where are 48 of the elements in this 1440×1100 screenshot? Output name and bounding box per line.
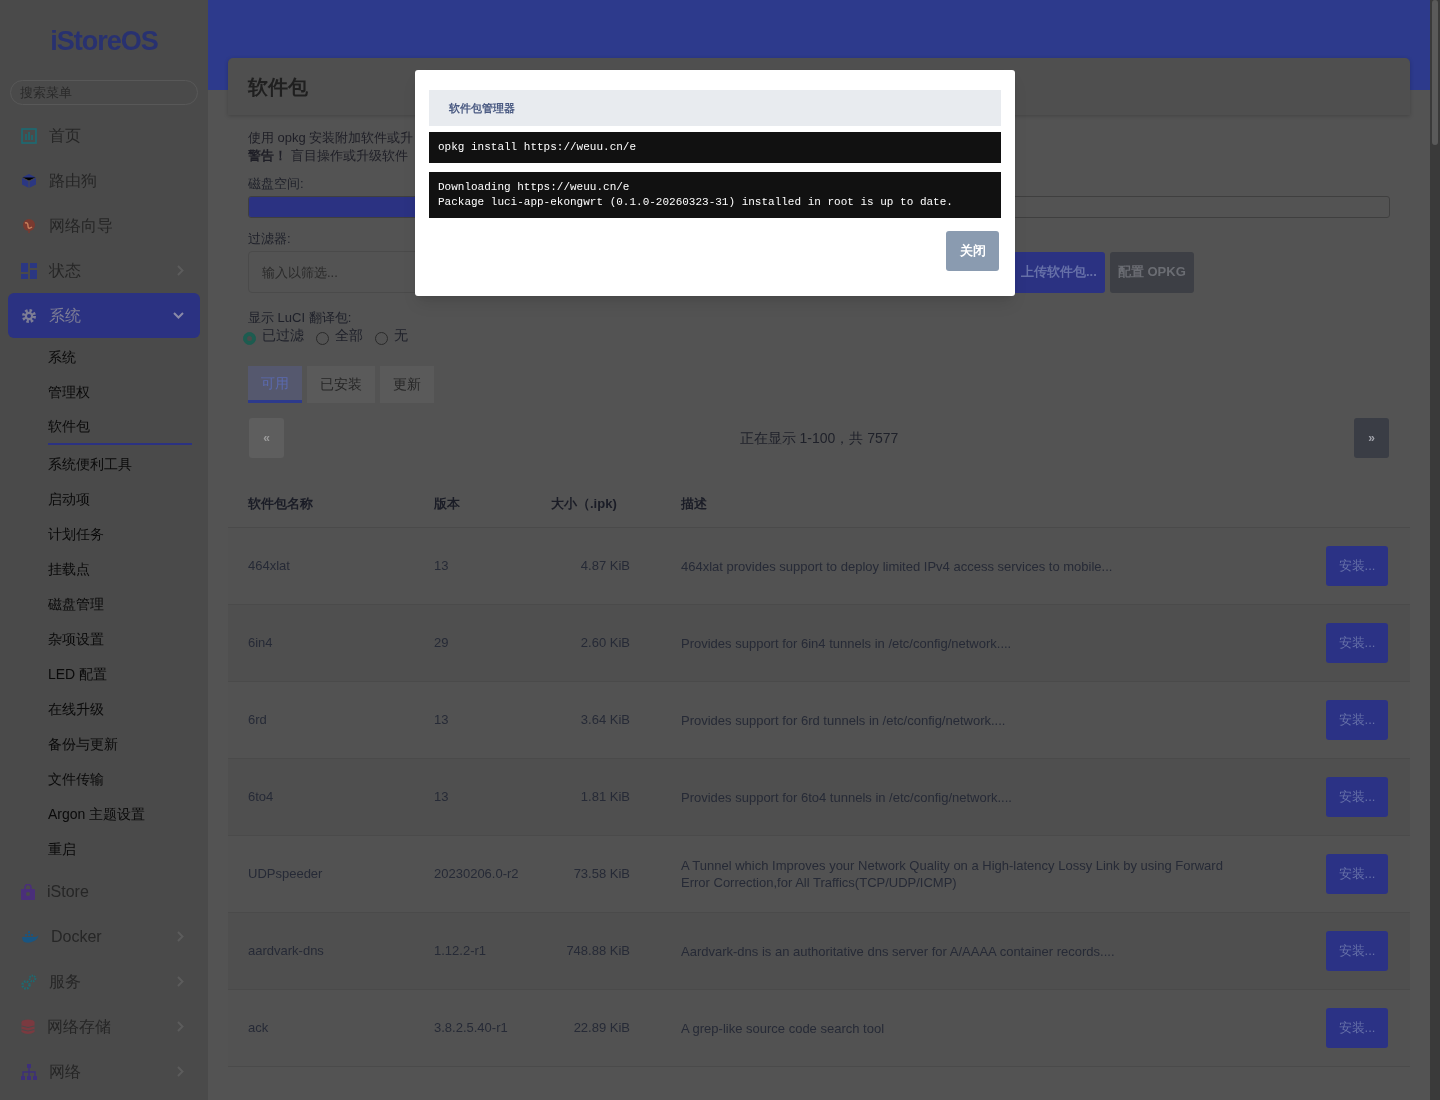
submenu-item[interactable]: 杂项设置	[48, 622, 192, 657]
sidebar-item[interactable]: 系统	[8, 293, 200, 338]
scrollbar[interactable]	[1430, 0, 1440, 1100]
whale-icon	[21, 929, 39, 944]
install-button[interactable]: 安装...	[1326, 931, 1388, 971]
shopping-bag-icon	[21, 883, 35, 900]
install-button[interactable]: 安装...	[1326, 623, 1388, 663]
submenu-item[interactable]: 在线升级	[48, 692, 192, 727]
scrollbar-thumb[interactable]	[1432, 0, 1438, 145]
submenu-item[interactable]: 备份与更新	[48, 727, 192, 762]
install-button[interactable]: 安装...	[1326, 700, 1388, 740]
submenu-item[interactable]: 启动项	[48, 482, 192, 517]
column-header: 大小（.ipk)	[550, 495, 618, 514]
radio-button[interactable]	[243, 332, 256, 345]
bar-chart-icon	[21, 127, 37, 144]
chevron-down-icon	[173, 312, 184, 319]
install-button[interactable]: 安装...	[1326, 1008, 1388, 1048]
settings-icon	[21, 307, 37, 324]
submenu-item[interactable]: 软件包	[48, 410, 192, 445]
column-header: 软件包名称	[247, 495, 314, 514]
close-button[interactable]: 关闭	[946, 231, 999, 271]
submenu-item[interactable]: 磁盘管理	[48, 587, 192, 622]
install-button[interactable]: 安装...	[1326, 777, 1388, 817]
install-button[interactable]: 安装...	[1326, 854, 1388, 894]
submenu-item[interactable]: 重启	[48, 832, 192, 867]
column-header: 描述	[680, 495, 708, 514]
dashboard-icon	[21, 262, 37, 279]
dialog-title: 软件包管理器	[449, 100, 515, 116]
submenu-item[interactable]: LED 配置	[48, 657, 192, 692]
globe-pin-icon	[21, 217, 37, 234]
command-output: opkg install https://weuu.cn/e	[429, 132, 1001, 163]
submenu-item[interactable]: Argon 主题设置	[48, 797, 192, 832]
tab[interactable]: 可用	[248, 366, 302, 403]
cube-icon	[21, 172, 37, 189]
submenu-item[interactable]: 管理权	[48, 375, 192, 410]
column-header: 版本	[433, 495, 461, 514]
submenu-item[interactable]: 系统便利工具	[48, 447, 192, 482]
upload-button[interactable]: 上传软件包...	[1013, 251, 1105, 293]
submenu-item[interactable]: 挂载点	[48, 552, 192, 587]
submenu-item[interactable]: 文件传输	[48, 762, 192, 797]
next-page-button[interactable]: »	[1354, 418, 1389, 458]
submenu-item[interactable]: 计划任务	[48, 517, 192, 552]
network-icon	[21, 1063, 37, 1080]
database-icon	[21, 1018, 35, 1035]
gears-icon	[21, 973, 37, 990]
submenu-item[interactable]: 系统	[48, 340, 192, 375]
log-output: Downloading https://weuu.cn/e Package luci-app-ekongwrt (0.1.0-20260323-31) installed in root is up to date.	[429, 172, 1001, 218]
install-button[interactable]: 安装...	[1326, 546, 1388, 586]
